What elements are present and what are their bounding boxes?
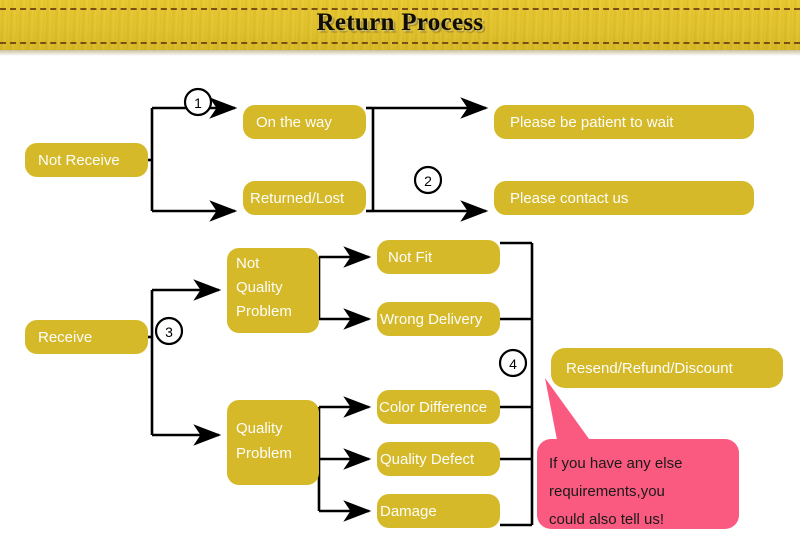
step-marker-1: 1 [183,87,213,117]
connector-group-not-receive [148,97,238,222]
step-marker-3: 3 [154,316,184,346]
node-returned-lost[interactable]: Returned/Lost [243,181,366,215]
requirements-callout[interactable]: If you have any else requirements,you co… [537,378,739,529]
node-label-line-2: Quality [236,279,283,296]
connector-group-receive [148,279,222,446]
node-please-be-patient[interactable]: Please be patient to wait [494,105,754,139]
header-banner: Return Process [0,0,800,56]
connector-group-notquality [317,246,372,330]
connector-group-resolution [500,241,534,527]
node-label-line-2: Problem [236,445,292,462]
node-quality-problem[interactable]: Quality Problem [227,400,319,485]
node-label: Not Receive [38,152,120,169]
node-label: Receive [38,329,92,346]
step-number: 1 [194,95,202,111]
node-label: Damage [380,503,437,520]
node-label: Resend/Refund/Discount [566,360,734,377]
step-number: 2 [424,173,432,189]
node-not-fit[interactable]: Not Fit [377,240,500,274]
node-resend-refund-discount[interactable]: Resend/Refund/Discount [551,348,783,388]
banner-dash-bottom [0,42,800,44]
node-label-line-1: Quality [236,420,283,437]
node-on-the-way[interactable]: On the way [243,105,366,139]
node-label: Quality Defect [380,451,475,468]
node-receive[interactable]: Receive [25,320,148,354]
step-number: 4 [509,356,517,372]
node-not-receive[interactable]: Not Receive [25,143,148,177]
callout-line-2-text: requirements,you [549,483,665,500]
flowchart-canvas: Not Receive On the way Returned/Lost Ple… [0,50,800,556]
node-wrong-delivery[interactable]: Wrong Delivery [377,302,500,336]
node-quality-defect[interactable]: Quality Defect [377,442,500,476]
node-label: Please contact us [510,190,628,207]
page-title: Return Process [316,9,484,36]
callout-line-3-text: could also tell us! [549,511,664,528]
node-please-contact-us[interactable]: Please contact us [494,181,754,215]
step-marker-4: 4 [498,348,528,378]
connector-group-responses [366,97,489,222]
node-label: Not Fit [388,249,433,266]
node-label-line-3: Problem [236,303,292,320]
node-label: Returned/Lost [250,190,345,207]
callout-line-1-text: If you have any else [549,455,682,472]
node-shape [227,400,319,485]
flowchart-svg: Not Receive On the way Returned/Lost Ple… [25,87,783,529]
node-not-quality-problem[interactable]: Not Quality Problem [227,248,319,333]
node-damage[interactable]: Damage [377,494,500,528]
step-number: 3 [165,324,173,340]
node-label: Please be patient to wait [510,114,674,131]
node-label: Wrong Delivery [380,311,483,328]
step-marker-2: 2 [413,165,443,195]
node-label: On the way [256,114,332,131]
connector-group-qualityproblem [317,396,372,522]
node-label-line-1: Not [236,255,260,272]
callout-tail [545,378,592,445]
node-label: Color Difference [379,399,487,416]
node-color-difference[interactable]: Color Difference [377,390,500,424]
